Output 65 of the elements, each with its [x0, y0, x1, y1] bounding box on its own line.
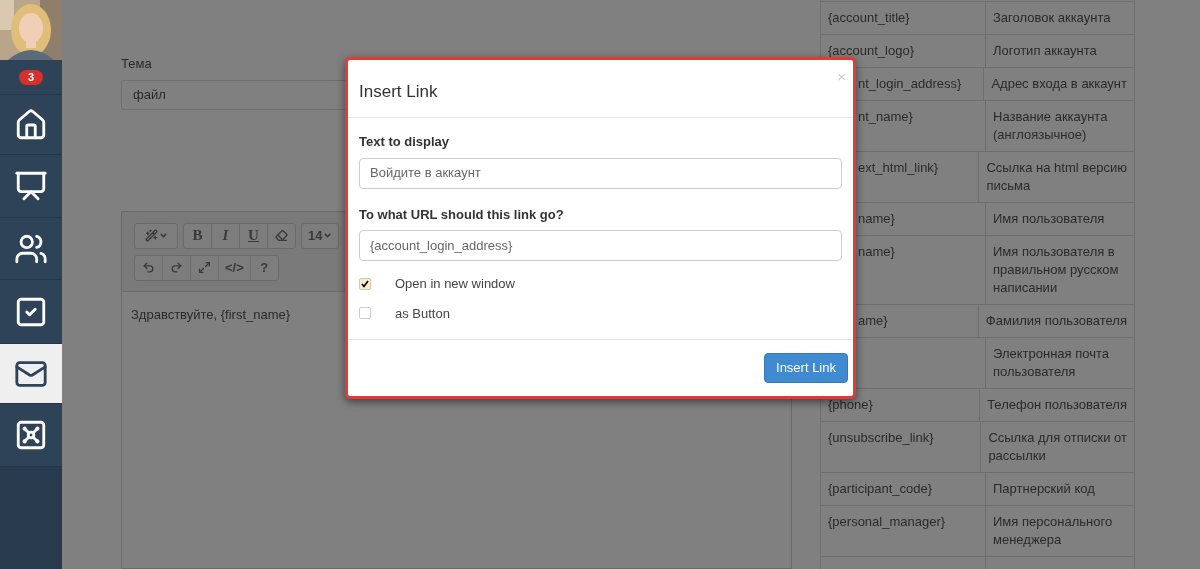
- check-icon: [361, 279, 369, 288]
- variable-name: name}: [858, 211, 895, 226]
- url-field[interactable]: {account_login_address}: [359, 230, 842, 261]
- option-label: Open in new window: [395, 275, 515, 293]
- toolbar-button[interactable]: 14: [301, 222, 340, 249]
- redo-icon: [170, 261, 183, 274]
- variable-name: nt_login_address}: [858, 76, 962, 91]
- close-button[interactable]: ×: [837, 69, 846, 84]
- checkbox[interactable]: [359, 277, 371, 290]
- variable-name: {phone}: [828, 397, 873, 412]
- caret-icon: [323, 231, 333, 240]
- toolbar-button[interactable]: [267, 222, 296, 249]
- dialog-title: Insert Link: [359, 81, 438, 103]
- variable-description: Логотип аккаунта: [993, 42, 1098, 60]
- subject-label: Тема: [121, 55, 153, 73]
- toolbar-button[interactable]: [190, 254, 219, 281]
- url-label: To what URL should this link go?: [359, 205, 565, 224]
- undo-icon: [142, 261, 155, 274]
- variable-description: Адрес входа в аккаунт: [991, 75, 1127, 93]
- chart-board-icon: [14, 169, 48, 203]
- variable-description: Партнерский код: [993, 480, 1096, 498]
- variable-description: Имя персонального менеджера: [993, 513, 1114, 549]
- variable-description: Ссылка на html версию письма: [986, 159, 1127, 195]
- variable-name: {personal_manager}: [828, 514, 946, 529]
- variable-name: {account_logo}: [828, 43, 915, 58]
- notification-badge: 3: [18, 69, 44, 85]
- variable-name: {participant_code}: [828, 481, 933, 496]
- text-field[interactable]: Войдите в аккаунт: [359, 157, 842, 189]
- toolbar-button[interactable]: I: [211, 222, 240, 249]
- variable-description: Название аккаунта (англоязычное): [993, 108, 1109, 144]
- toolbar-button[interactable]: [134, 222, 178, 249]
- variable-description: Имя пользователя в правильном русском написании: [993, 243, 1120, 297]
- toolbar-button[interactable]: ?: [249, 254, 279, 281]
- variable-name: ame}: [858, 313, 888, 328]
- variable-name: {account_title}: [828, 10, 910, 25]
- editor-text: Здравствуйте, {first_name}: [131, 306, 291, 322]
- variable-description: Электронная почта пользователя: [993, 345, 1110, 381]
- toolbar-button[interactable]: U: [239, 222, 268, 249]
- fullscreen-icon: [198, 261, 211, 274]
- checkbox[interactable]: [359, 307, 371, 320]
- home-icon: [14, 107, 48, 142]
- nav-item[interactable]: [0, 218, 62, 280]
- variable-description: Заголовок аккаунта: [993, 9, 1112, 27]
- insert-link-button[interactable]: Insert Link: [764, 353, 848, 383]
- variable-name: ext_html_link}: [858, 160, 939, 175]
- caret-icon: [158, 231, 168, 240]
- variable-name: nt_name}: [858, 109, 913, 124]
- toolbar-button[interactable]: B: [183, 222, 212, 249]
- variable-name: {unsubscribe_link}: [828, 430, 934, 445]
- safe-icon: [14, 418, 48, 452]
- text-label: Text to display: [359, 133, 451, 151]
- nav-item[interactable]: [0, 344, 62, 404]
- variable-description: Ссылка для отписки от рассылки: [988, 429, 1127, 465]
- eraser-icon: [275, 229, 288, 242]
- toolbar-button[interactable]: </>: [218, 254, 251, 281]
- nav-item[interactable]: [0, 280, 62, 344]
- option-label: as Button: [395, 304, 450, 323]
- variable-description: Телефон пользователя: [987, 396, 1127, 414]
- variable-description: Фамилия пользователя: [985, 312, 1127, 330]
- variable-name: name}: [858, 244, 895, 259]
- nav-item[interactable]: [0, 95, 62, 155]
- nav-item[interactable]: [0, 404, 62, 467]
- magic-wand-icon: [144, 229, 158, 242]
- nav-item[interactable]: [0, 155, 62, 218]
- variable-description: Имя пользователя: [993, 210, 1106, 228]
